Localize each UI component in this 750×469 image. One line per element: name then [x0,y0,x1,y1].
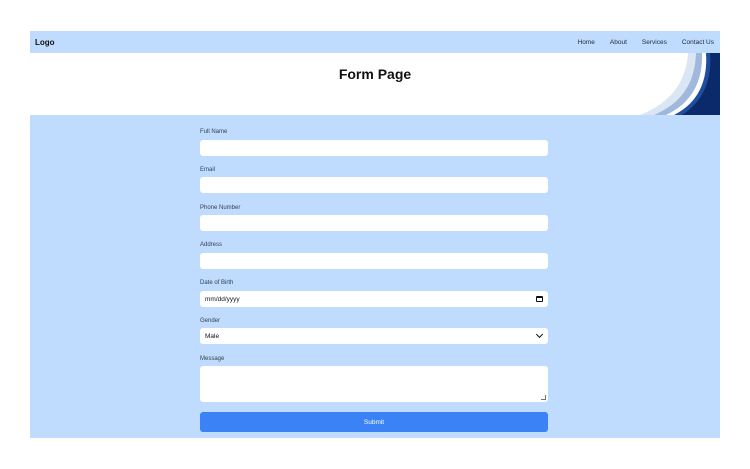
navbar: Logo Home About Services Contact Us [30,31,720,53]
address-label: Address [200,242,223,248]
nav-link-home[interactable]: Home [578,39,595,46]
submit-button[interactable]: Submit [200,412,548,432]
calendar-icon[interactable] [536,296,543,302]
chevron-down-icon [535,330,544,339]
gender-select[interactable]: Male [200,328,548,344]
date-placeholder: mm/dd/yyyy [205,295,240,303]
decorative-wave [640,53,720,115]
gender-selected-value: Male [205,332,220,340]
date-of-birth-label: Date of Birth [200,280,234,286]
page-title: Form Page [338,66,412,82]
phone-number-input[interactable] [200,215,548,231]
logo[interactable]: Logo [35,38,55,47]
nav-links: Home About Services Contact Us [563,39,714,46]
address-input[interactable] [200,253,548,269]
full-name-label: Full Name [200,129,228,135]
page: Logo Home About Services Contact Us Form… [0,0,750,469]
message-textarea[interactable] [200,366,548,402]
hero-banner: Form Page [30,53,720,115]
nav-link-about[interactable]: About [610,39,627,46]
email-input[interactable] [200,177,548,193]
email-label: Email [200,167,216,173]
full-name-input[interactable] [200,140,548,156]
nav-link-services[interactable]: Services [642,39,667,46]
date-of-birth-input[interactable]: mm/dd/yyyy [200,291,548,307]
form-section: Full Name Email Phone Number Address Dat… [30,115,720,438]
nav-link-contact-us[interactable]: Contact Us [682,39,714,46]
message-label: Message [200,356,225,362]
gender-label: Gender [200,318,221,324]
phone-number-label: Phone Number [200,205,241,211]
resize-handle-icon[interactable] [541,395,546,400]
